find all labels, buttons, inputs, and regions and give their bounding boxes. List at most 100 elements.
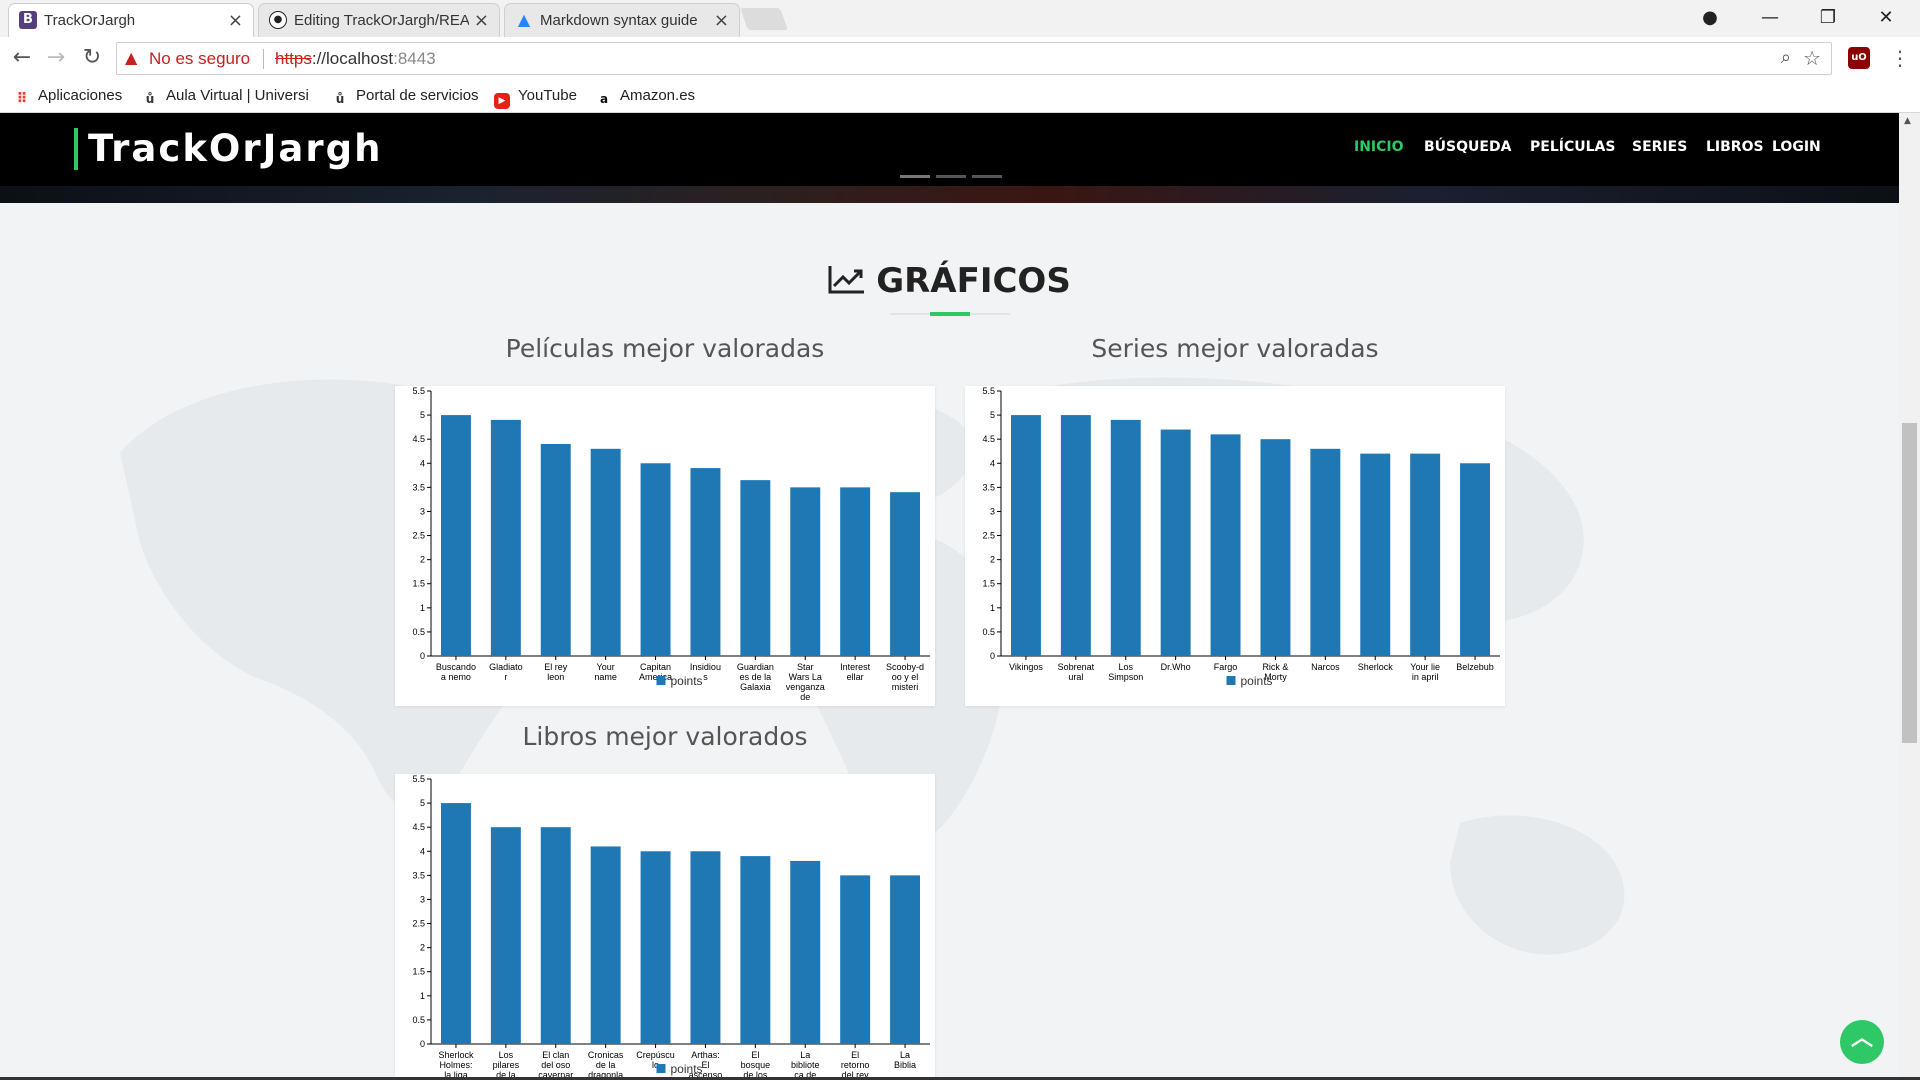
bar[interactable] [1410, 453, 1441, 656]
bookmark-portal-servicios[interactable]: ů Portal de servicios [332, 87, 479, 107]
bar[interactable] [690, 468, 721, 656]
warning-icon: ▲ [125, 48, 138, 67]
bar[interactable] [640, 851, 671, 1044]
security-status[interactable]: No es seguro [149, 49, 250, 69]
bar[interactable] [1360, 453, 1391, 656]
bar[interactable] [1160, 429, 1191, 656]
bar[interactable] [1260, 439, 1291, 656]
url-text[interactable]: https://localhost:8443 [275, 49, 436, 69]
close-window-button[interactable]: ✕ [1868, 4, 1904, 32]
carousel-indicator[interactable] [900, 175, 930, 178]
x-tick-label: Sherlock Holmes: la liga [438, 1050, 474, 1080]
site-navbar: TrackOrJargh INICIO BÚSQUEDA PELÍCULAS S… [0, 113, 1899, 186]
tab-markdown-guide[interactable]: ▲ Markdown syntax guide × [504, 3, 740, 37]
bar[interactable] [540, 827, 571, 1044]
site-brand[interactable]: TrackOrJargh [74, 128, 382, 170]
chart-title-libros: Libros mejor valorados [522, 722, 808, 751]
x-tick-label: Los Simpson [1108, 662, 1143, 682]
new-tab-button[interactable] [739, 8, 789, 30]
reload-icon[interactable]: ↻ [78, 45, 106, 73]
y-tick-label: 4.5 [412, 434, 425, 444]
y-tick-label: 3.5 [412, 870, 425, 880]
page-scrollbar[interactable]: ▲ [1899, 113, 1920, 1080]
bar[interactable] [440, 803, 471, 1044]
bar[interactable] [1460, 463, 1491, 656]
bookmark-amazon[interactable]: a Amazon.es [596, 87, 695, 107]
bar[interactable] [1010, 415, 1041, 656]
bar[interactable] [490, 827, 521, 1044]
bar[interactable] [740, 480, 771, 656]
bar[interactable] [540, 444, 571, 656]
nav-series[interactable]: SERIES [1632, 139, 1687, 155]
bar[interactable] [1310, 448, 1341, 656]
nav-login[interactable]: LOGIN [1772, 139, 1821, 155]
legend-label: points [1241, 674, 1273, 688]
university-icon: ů [335, 92, 345, 106]
back-icon[interactable]: ← [8, 45, 36, 73]
bar[interactable] [790, 860, 821, 1044]
y-tick-label: 0 [990, 651, 995, 661]
forward-icon[interactable]: → [42, 45, 70, 73]
bar[interactable] [590, 448, 621, 656]
bar[interactable] [1060, 415, 1091, 656]
restore-button[interactable]: ❐ [1810, 4, 1846, 32]
y-tick-label: 1.5 [412, 579, 425, 589]
x-tick-label: Sobrenat ural [1058, 662, 1095, 682]
bar[interactable] [840, 487, 871, 656]
close-tab-icon[interactable]: × [228, 10, 243, 31]
bar[interactable] [1210, 434, 1241, 656]
bar[interactable] [640, 463, 671, 656]
bar[interactable] [840, 875, 871, 1044]
nav-busqueda[interactable]: BÚSQUEDA [1424, 139, 1511, 155]
bookmark-youtube[interactable]: ▶ YouTube [494, 87, 577, 109]
y-tick-label: 5 [990, 410, 995, 420]
y-tick-label: 1.5 [412, 967, 425, 977]
bar[interactable] [440, 415, 471, 656]
y-tick-label: 2 [420, 943, 425, 953]
browser-menu-icon[interactable]: ⋮ [1890, 46, 1910, 70]
bookmark-star-icon[interactable]: ☆ [1803, 46, 1821, 70]
x-tick-label: El rey leon [544, 662, 568, 682]
tab-github-editing[interactable]: ● Editing TrackOrJargh/README.md × [258, 3, 500, 37]
y-tick-label: 4 [420, 458, 425, 468]
back-to-top-button[interactable]: ︿ [1840, 1020, 1884, 1064]
bar[interactable] [790, 487, 821, 656]
profile-icon[interactable]: ● [1692, 4, 1728, 32]
scrollbar-thumb[interactable] [1902, 423, 1917, 743]
x-tick-label: Los pilares de la [493, 1050, 520, 1080]
scroll-up-icon[interactable]: ▲ [1904, 116, 1911, 126]
bar[interactable] [890, 492, 921, 656]
bar[interactable] [740, 856, 771, 1044]
carousel-indicator[interactable] [972, 175, 1002, 178]
x-tick-label: Sherlock [1358, 662, 1394, 672]
bar[interactable] [890, 875, 921, 1044]
close-tab-icon[interactable]: × [474, 10, 489, 31]
close-tab-icon[interactable]: × [714, 10, 729, 31]
apps-grid-icon: ⠿ [16, 91, 28, 107]
nav-peliculas[interactable]: PELÍCULAS [1530, 139, 1615, 155]
y-tick-label: 2.5 [412, 531, 425, 541]
nav-inicio[interactable]: INICIO [1354, 139, 1404, 155]
bookmark-aplicaciones[interactable]: ⠿ Aplicaciones [14, 87, 123, 107]
x-tick-label: El bosque de los [741, 1050, 771, 1080]
minimize-button[interactable]: — [1752, 4, 1788, 32]
carousel-indicator[interactable] [936, 175, 966, 178]
address-bar[interactable]: ▲ No es seguro https://localhost:8443 ⌕ … [116, 42, 1832, 75]
bar[interactable] [590, 846, 621, 1044]
tab-trackorjargh[interactable]: B TrackOrJargh × [8, 3, 254, 37]
legend-swatch [1226, 676, 1236, 685]
ublock-extension-icon[interactable]: uO [1848, 47, 1870, 69]
chart-title-series: Series mejor valoradas [1091, 334, 1379, 363]
bar[interactable] [1110, 419, 1141, 656]
zoom-icon[interactable]: ⌕ [1781, 47, 1791, 68]
chevron-up-icon: ︿ [1850, 1026, 1873, 1051]
y-tick-label: 3.5 [412, 482, 425, 492]
bookmark-aula-virtual[interactable]: ů Aula Virtual | Universi [142, 87, 309, 107]
nav-libros[interactable]: LIBROS [1706, 139, 1764, 155]
bar[interactable] [690, 851, 721, 1044]
section-title-text: GRÁFICOS [876, 261, 1071, 301]
bar[interactable] [490, 419, 521, 656]
y-tick-label: 0 [420, 651, 425, 661]
x-tick-label: Fargo [1214, 662, 1238, 672]
x-tick-label: Your name [594, 662, 617, 682]
